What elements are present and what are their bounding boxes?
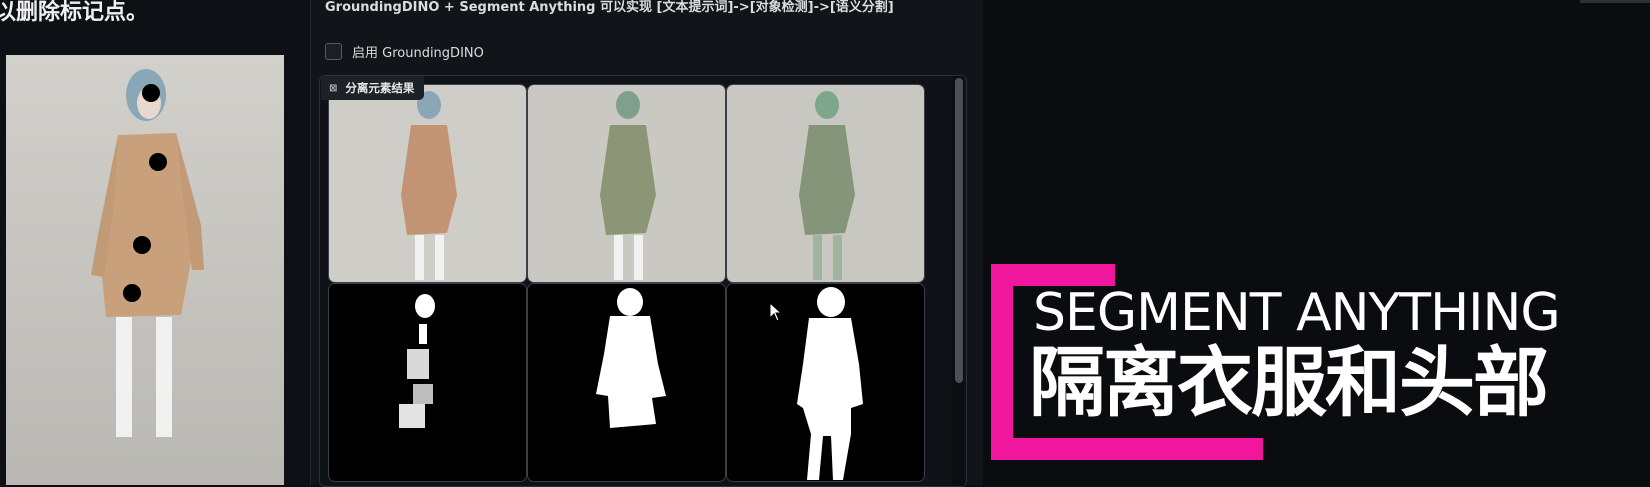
thumb-mask-image: [727, 284, 924, 481]
gallery-thumb-color-1[interactable]: [328, 84, 527, 283]
result-gallery: ⊠ 分离元素结果: [319, 75, 967, 487]
gallery-scrollbar-thumb[interactable]: [955, 78, 963, 383]
grounding-dino-label: 启用 GroundingDINO: [352, 46, 484, 61]
overlay-title-cn: 隔离衣服和头部: [1029, 338, 1549, 427]
thumb-mask-image: [528, 284, 725, 481]
gallery-thumb-mask-2[interactable]: [527, 283, 726, 482]
mouse-cursor-icon: [769, 302, 783, 322]
image-icon: ⊠: [329, 82, 338, 94]
gallery-label-text: 分离元素结果: [345, 81, 415, 95]
gallery-thumb-mask-3[interactable]: [726, 283, 925, 482]
thumb-image: [528, 85, 725, 282]
thumb-image: [329, 85, 526, 282]
input-image-canvas[interactable]: [6, 55, 284, 485]
instruction-text: 以删除标记点。: [0, 0, 149, 25]
gallery-thumb-color-3[interactable]: [726, 84, 925, 283]
overlay-title-en: SEGMENT ANYTHING: [1033, 283, 1561, 343]
accent-bracket-vertical: [991, 264, 1013, 460]
gallery-thumb-color-2[interactable]: [527, 84, 726, 283]
gallery-thumb-mask-1[interactable]: [328, 283, 527, 482]
accent-bracket-bottom: [991, 438, 1263, 460]
gallery-label: ⊠ 分离元素结果: [321, 76, 425, 100]
panel-description: GroundingDINO + Segment Anything 可以实现 [文…: [325, 0, 894, 15]
overlay-panel: SEGMENT ANYTHING 隔离衣服和头部: [983, 0, 1650, 485]
window-edge: [1580, 0, 1650, 3]
grounding-dino-checkbox[interactable]: [325, 43, 342, 60]
thumb-mask-image: [329, 284, 526, 481]
segmentation-panel: GroundingDINO + Segment Anything 可以实现 [文…: [310, 0, 984, 487]
thumb-image: [727, 85, 924, 282]
grounding-dino-toggle[interactable]: 启用 GroundingDINO: [325, 42, 484, 61]
left-panel: 以删除标记点。: [0, 0, 306, 485]
